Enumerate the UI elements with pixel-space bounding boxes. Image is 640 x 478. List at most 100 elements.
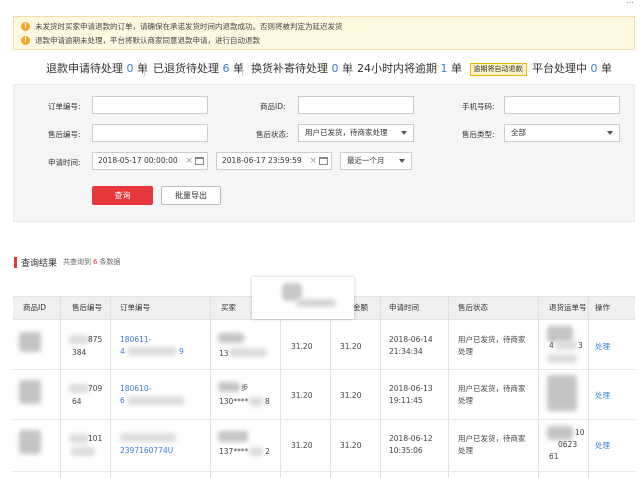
waybill-no: 3 (578, 341, 583, 350)
th-apply-time: 申请时间 (389, 303, 419, 312)
chevron-down-icon (607, 131, 613, 135)
redacted-text (555, 341, 577, 350)
stat-count: 0 (590, 62, 598, 75)
status-text: 处理 (458, 446, 473, 455)
count-prefix: 共查询到 (63, 258, 92, 266)
table-row: 101 2397160774U 137**** 2 31.20 31.20 20… (13, 420, 635, 472)
waybill-no: 61 (549, 452, 559, 461)
redacted-text (128, 347, 176, 356)
stat-label: 已退货待处理 (153, 62, 219, 75)
price-cell: 31.20 (291, 342, 313, 351)
waybill-no: 0623 (558, 440, 578, 449)
redacted-text (249, 397, 263, 406)
order-no-link[interactable]: 180611- (120, 334, 151, 345)
stat-unit: 单 (342, 62, 353, 75)
buyer-phone: 137**** (219, 447, 249, 456)
apply-time: 21:34:34 (389, 347, 423, 356)
date-start-value: 2018-05-17 00:00:00 (98, 156, 178, 165)
status-text: 用户已发货，待商家 (458, 384, 526, 393)
top-link[interactable]: … (626, 0, 634, 5)
process-link[interactable]: 处理 (595, 440, 610, 451)
redacted-buyer (218, 333, 244, 343)
after-sale-status-value: 用户已发货，待商家处理 (305, 128, 388, 137)
redacted-text (71, 447, 95, 456)
redacted-image (296, 299, 336, 307)
stat-count: 0 (331, 62, 339, 75)
stat-label: 平台处理中 (532, 62, 587, 75)
order-no-link[interactable]: 9 (179, 346, 184, 357)
divider (522, 63, 523, 76)
apply-time: 19:11:45 (389, 396, 423, 405)
status-summary: 退款申请待处理 0 单 已退货待处理 6 单 换货补寄待处理 0 单 24小时内… (0, 60, 640, 80)
after-sale-no: 101 (88, 434, 103, 443)
stat-count: 6 (222, 62, 230, 75)
order-no-link[interactable]: 6 (120, 395, 125, 406)
clear-icon[interactable]: × (309, 153, 317, 169)
price-cell: 31.20 (291, 441, 313, 450)
process-link[interactable]: 处理 (595, 390, 610, 401)
th-after-sale-no: 售后编号 (72, 303, 102, 312)
status-text: 处理 (458, 396, 473, 405)
stat-count: 0 (126, 62, 134, 75)
after-sale-status-select[interactable]: 用户已发货，待商家处理 (298, 124, 414, 142)
results-header: 查询结果 共查询到 6 条数据 (14, 256, 120, 269)
order-no-link[interactable]: 180610- (120, 383, 151, 394)
th-order-no: 订单编号 (120, 303, 150, 312)
query-button[interactable]: 查询 (92, 186, 153, 205)
notice-banner: ! 未发货时买家申请退款的订单，请确保在承诺发货时间内退款成功。否则将被判定为延… (13, 16, 635, 50)
product-id-input[interactable] (298, 96, 414, 114)
auto-refund-badge: 逾期将自动退款 (469, 63, 527, 76)
top-strip: … (0, 0, 640, 8)
date-end-input[interactable]: 2018-06-17 23:59:59 × (216, 152, 332, 170)
amount-cell: 31.20 (340, 391, 362, 400)
date-range-select[interactable]: 最近一个月 (340, 152, 412, 170)
th-product-id: 商品ID (23, 303, 46, 312)
date-start-input[interactable]: 2018-05-17 00:00:00 × (92, 152, 208, 170)
redacted-text (229, 348, 267, 357)
divider (144, 63, 145, 76)
order-no-input[interactable] (92, 96, 208, 114)
redacted-text (249, 447, 263, 456)
calendar-icon[interactable] (319, 157, 328, 165)
buyer-phone: 13 (219, 349, 229, 358)
stat-exchange-pending[interactable]: 换货补寄待处理 0 单 (251, 60, 353, 76)
stat-refund-pending[interactable]: 退款申请待处理 0 单 (46, 60, 148, 76)
amount-cell: 31.20 (340, 441, 362, 450)
redacted-text (120, 433, 176, 442)
stat-label: 退款申请待处理 (46, 62, 123, 75)
status-text: 用户已发货，待商家 (458, 335, 526, 344)
stat-platform-processing[interactable]: 平台处理中 0 单 (532, 60, 612, 76)
buyer-phone: 2 (265, 447, 270, 456)
product-id-label: 商品ID: (260, 102, 286, 111)
date-end-value: 2018-06-17 23:59:59 (222, 156, 302, 165)
order-no-link[interactable]: 4 (120, 346, 125, 357)
th-amount: 金额 (353, 303, 368, 312)
export-button[interactable]: 批量导出 (161, 186, 221, 205)
after-sale-no: 875 (88, 335, 103, 344)
after-sale-no-input[interactable] (92, 124, 208, 142)
after-sale-no: 384 (72, 348, 87, 357)
after-sale-type-select[interactable]: 全部 (504, 124, 620, 142)
apply-time: 10:35:06 (389, 446, 423, 455)
waybill-no: 4 (549, 341, 554, 350)
calendar-icon[interactable] (195, 157, 204, 165)
stat-overdue-soon[interactable]: 24小时内将逾期 1 单 逾期将自动退款 (357, 60, 527, 76)
phone-input[interactable] (504, 96, 620, 114)
order-no-link[interactable]: 2397160774U (120, 445, 173, 456)
after-sale-no: 709 (88, 384, 103, 393)
notice-text-1: 未发货时买家申请退款的订单，请确保在承诺发货时间内退款成功。否则将被判定为延迟发… (35, 22, 343, 31)
table-row: 875 384 180611- 4 9 13 31.20 31.20 2018-… (13, 320, 635, 370)
phone-label: 手机号码: (462, 102, 495, 111)
redacted-buyer (218, 431, 248, 442)
after-sale-status-label: 售后状态: (256, 130, 289, 139)
stat-count: 1 (440, 62, 448, 75)
redacted-text (69, 384, 89, 393)
clear-icon[interactable]: × (185, 153, 193, 169)
after-sale-type-label: 售后类型: (462, 130, 495, 139)
count-number: 6 (93, 258, 98, 266)
process-link[interactable]: 处理 (595, 341, 610, 352)
buyer-phone: 8 (265, 397, 270, 406)
notice-line-1: ! 未发货时买家申请退款的订单，请确保在承诺发货时间内退款成功。否则将被判定为延… (21, 20, 343, 33)
stat-return-pending[interactable]: 已退货待处理 6 单 (153, 60, 244, 76)
warning-icon: ! (21, 22, 30, 31)
